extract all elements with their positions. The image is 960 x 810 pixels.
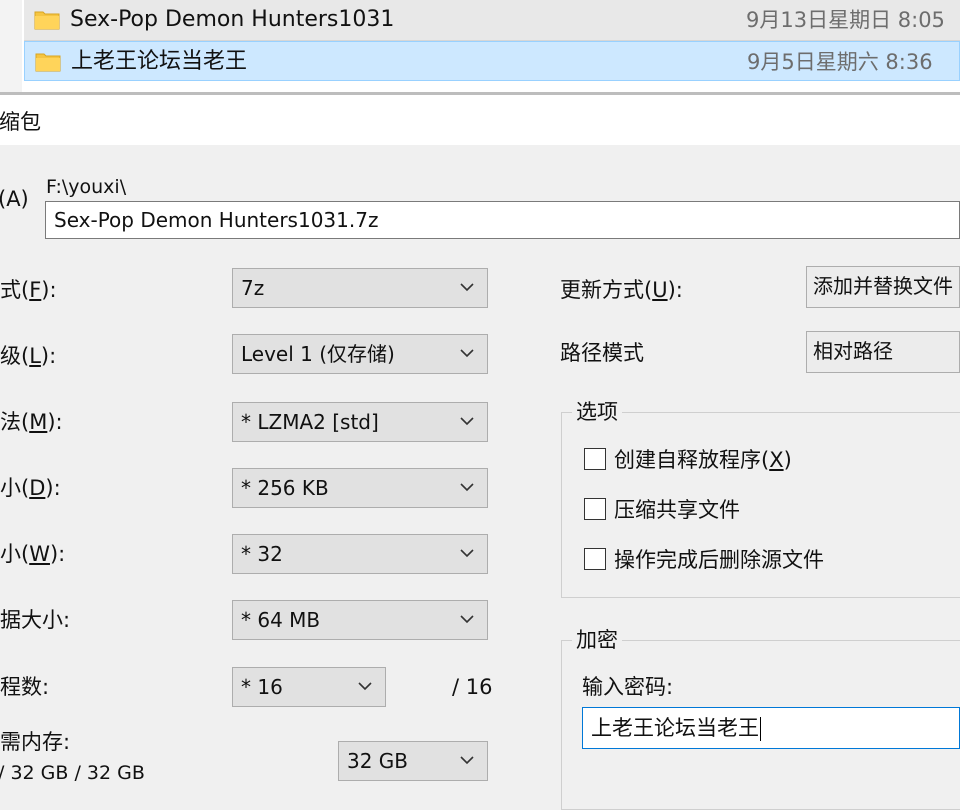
memory-value: 32 GB bbox=[347, 749, 409, 773]
memory-info: / 32 GB / 32 GB bbox=[0, 762, 145, 784]
chevron-down-icon bbox=[358, 682, 372, 691]
delete-after-checkbox[interactable] bbox=[584, 548, 606, 570]
file-row[interactable]: Sex-Pop Demon Hunters1031 9月13日星期日 8:05 bbox=[24, 0, 960, 41]
format-label: 式(F): bbox=[0, 278, 57, 302]
chevron-down-icon bbox=[460, 615, 474, 624]
path-mode-label: 路径模式 bbox=[560, 341, 644, 365]
memory-label: 需内存: bbox=[0, 730, 71, 754]
memory-select[interactable]: 32 GB bbox=[338, 741, 488, 781]
threads-select[interactable]: * 16 bbox=[232, 667, 386, 707]
chevron-down-icon bbox=[460, 349, 474, 358]
threads-value: * 16 bbox=[241, 675, 283, 699]
file-date: 9月5日星期六 8:36 bbox=[747, 50, 933, 74]
chevron-down-icon bbox=[460, 483, 474, 492]
chevron-down-icon bbox=[460, 283, 474, 292]
threads-label: 程数: bbox=[0, 675, 50, 699]
dictionary-select[interactable]: * 256 KB bbox=[232, 468, 488, 508]
password-value: 上老王论坛当老王 bbox=[591, 716, 759, 740]
archive-name-input[interactable]: Sex-Pop Demon Hunters1031.7z bbox=[45, 201, 960, 239]
password-label: 输入密码: bbox=[582, 675, 674, 699]
delete-after-label: 操作完成后删除源文件 bbox=[614, 548, 824, 572]
chevron-down-icon bbox=[460, 417, 474, 426]
method-select[interactable]: * LZMA2 [std] bbox=[232, 402, 488, 442]
file-list: Sex-Pop Demon Hunters1031 9月13日星期日 8:05 … bbox=[0, 0, 960, 92]
word-size-label: 小(W): bbox=[0, 542, 66, 566]
archive-path: F:\youxi\ bbox=[46, 176, 127, 198]
folder-icon bbox=[34, 11, 60, 30]
text-caret bbox=[760, 717, 761, 741]
level-label: 级(L): bbox=[0, 344, 57, 368]
update-mode-value: 添加并替换文件 bbox=[813, 274, 953, 298]
file-name: 上老王论坛当老王 bbox=[71, 49, 248, 74]
method-value: * LZMA2 [std] bbox=[241, 410, 379, 434]
file-name: Sex-Pop Demon Hunters1031 bbox=[70, 7, 395, 32]
shared-files-label: 压缩共享文件 bbox=[614, 498, 740, 522]
options-title: 选项 bbox=[572, 398, 622, 426]
level-select[interactable]: Level 1 (仅存储) bbox=[232, 334, 488, 374]
file-list-gutter bbox=[0, 0, 22, 92]
file-row-selected[interactable]: 上老王论坛当老王 9月5日星期六 8:36 bbox=[24, 41, 960, 81]
sfx-label: 创建自释放程序(X) bbox=[614, 448, 792, 472]
level-value: Level 1 (仅存储) bbox=[241, 342, 395, 366]
format-select[interactable]: 7z bbox=[232, 268, 488, 308]
update-mode-label: 更新方式(U): bbox=[560, 278, 683, 302]
word-size-value: * 32 bbox=[241, 542, 283, 566]
dictionary-value: * 256 KB bbox=[241, 476, 329, 500]
solid-block-value: * 64 MB bbox=[241, 608, 321, 632]
dialog-titlebar bbox=[0, 95, 960, 145]
password-input[interactable]: 上老王论坛当老王 bbox=[582, 707, 960, 749]
solid-block-label: 据大小: bbox=[0, 608, 71, 632]
solid-block-select[interactable]: * 64 MB bbox=[232, 600, 488, 640]
path-mode-select[interactable]: 相对路径 bbox=[806, 331, 960, 373]
folder-icon bbox=[35, 53, 61, 72]
file-date: 9月13日星期日 8:05 bbox=[746, 8, 945, 32]
chevron-down-icon bbox=[460, 756, 474, 765]
dictionary-label: 小(D): bbox=[0, 476, 61, 500]
update-mode-select[interactable]: 添加并替换文件 bbox=[806, 266, 960, 308]
shared-files-checkbox[interactable] bbox=[584, 498, 606, 520]
archive-label: (A) bbox=[0, 187, 29, 211]
chevron-down-icon bbox=[460, 549, 474, 558]
dialog-title: 压缩包 bbox=[0, 110, 41, 134]
word-size-select[interactable]: * 32 bbox=[232, 534, 488, 574]
format-value: 7z bbox=[241, 276, 265, 300]
path-mode-value: 相对路径 bbox=[813, 339, 893, 363]
threads-max: / 16 bbox=[452, 675, 493, 699]
sfx-checkbox[interactable] bbox=[584, 448, 606, 470]
encryption-title: 加密 bbox=[572, 626, 622, 654]
method-label: 法(M): bbox=[0, 410, 63, 434]
